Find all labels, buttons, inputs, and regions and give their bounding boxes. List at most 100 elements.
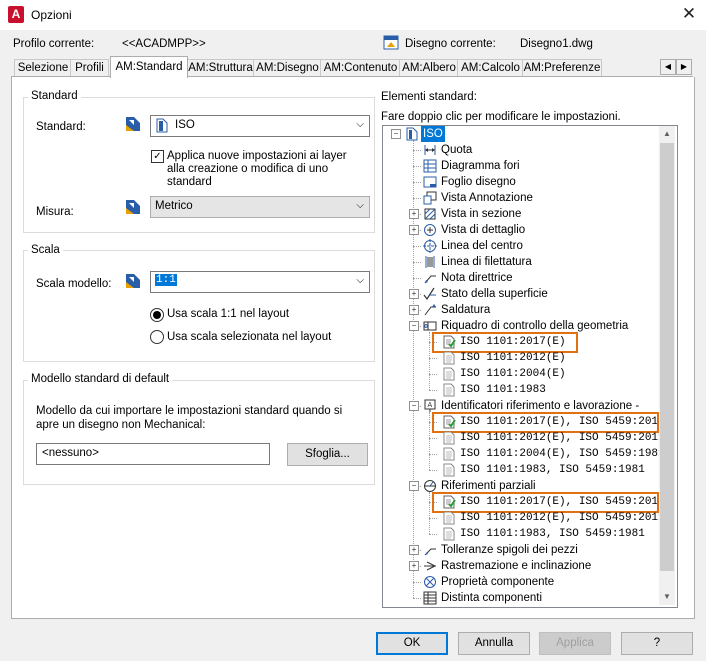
document-icon bbox=[442, 351, 455, 365]
browse-button[interactable]: Sfoglia... bbox=[287, 443, 368, 466]
detail-view-icon bbox=[423, 223, 436, 236]
measure-combo[interactable]: Metrico ⌵ bbox=[150, 196, 370, 218]
scale-group bbox=[23, 250, 375, 362]
collapse-icon[interactable]: − bbox=[409, 321, 419, 331]
collapse-icon[interactable]: − bbox=[391, 129, 401, 139]
tree-item-label: Tolleranze spigoli dei pezzi bbox=[441, 544, 578, 556]
tree-item-label: Vista Annotazione bbox=[441, 192, 533, 204]
default-model-description: Modello da cui importare le impostazioni… bbox=[36, 404, 342, 432]
hole-chart-icon bbox=[423, 159, 437, 173]
expand-icon[interactable]: + bbox=[409, 289, 419, 299]
help-button[interactable]: ? bbox=[621, 632, 693, 655]
use-scale-1-1-radio[interactable] bbox=[150, 308, 164, 322]
tree-item-label: ISO 1101:1983, ISO 5459:1981 bbox=[460, 464, 645, 476]
document-icon bbox=[442, 511, 455, 525]
tab-am-contenuto[interactable]: AM:Contenuto bbox=[320, 59, 401, 77]
ok-button[interactable]: OK bbox=[376, 632, 448, 655]
tree-guide-line bbox=[429, 358, 437, 359]
section-view-icon bbox=[423, 207, 436, 220]
tree-item-label: ISO 1101:2012(E) bbox=[460, 352, 566, 364]
chevron-down-icon: ⌵ bbox=[356, 200, 364, 211]
tree-item-label: Stato della superficie bbox=[441, 288, 548, 300]
current-drawing-value: Disegno1.dwg bbox=[520, 38, 593, 50]
current-drawing-label: Disegno corrente: bbox=[405, 38, 496, 50]
tab-am-disegno[interactable]: AM:Disegno bbox=[253, 59, 322, 77]
tab-am-struttura[interactable]: AM:Struttura bbox=[186, 59, 255, 77]
tree-item-label: Diagramma fori bbox=[441, 160, 520, 172]
expand-icon[interactable]: + bbox=[409, 209, 419, 219]
tree-scrollbar-thumb[interactable] bbox=[660, 143, 674, 571]
tree-item-label: ISO 1101:1983 bbox=[460, 384, 546, 396]
tree-item-label: Distinta componenti bbox=[441, 592, 542, 604]
apply-layers-label-line: standard bbox=[167, 176, 212, 188]
collapse-icon[interactable]: − bbox=[409, 481, 419, 491]
tree-guide-line bbox=[429, 470, 437, 471]
default-model-field[interactable]: <nessuno> bbox=[36, 443, 270, 465]
tabs-scroll-right-icon[interactable]: ▶ bbox=[676, 59, 692, 75]
apply-layers-label-line: alla creazione o modifica di uno bbox=[167, 163, 329, 175]
tree-item-label: Rastremazione e inclinazione bbox=[441, 560, 592, 572]
drawing-sheet-icon bbox=[423, 175, 437, 188]
scale-settings-icon bbox=[126, 274, 140, 288]
scroll-down-icon[interactable]: ▼ bbox=[660, 590, 674, 604]
use-scale-1-1-label: Usa scala 1:1 nel layout bbox=[167, 308, 290, 320]
default-model-value: <nessuno> bbox=[42, 447, 99, 459]
measure-combo-value: Metrico bbox=[155, 200, 193, 212]
tree-item-label: Foglio disegno bbox=[441, 176, 516, 188]
measure-label: Misura: bbox=[36, 206, 74, 218]
default-model-description-line: Modello da cui importare le impostazioni… bbox=[36, 405, 343, 417]
tab-selezione[interactable]: Selezione bbox=[14, 59, 72, 77]
datum-target-icon bbox=[423, 479, 436, 492]
standard-combo[interactable]: ISO ⌵ bbox=[150, 115, 370, 137]
close-icon[interactable]: ✕ bbox=[678, 3, 700, 25]
iso-standard-icon bbox=[156, 118, 168, 133]
tree-guide-line bbox=[429, 374, 437, 375]
apply-layers-label: Applica nuove impostazioni ai layer alla… bbox=[167, 150, 347, 189]
window-title: Opzioni bbox=[31, 8, 72, 22]
tree-guide-line bbox=[413, 166, 421, 167]
tree-guide-line bbox=[413, 278, 421, 279]
tree-guide-line bbox=[429, 454, 437, 455]
iso-standard-icon bbox=[405, 127, 418, 141]
tab-am-calcolo[interactable]: AM:Calcolo bbox=[457, 59, 524, 77]
tree-item-label: ISO 1101:1983, ISO 5459:1981 bbox=[460, 528, 645, 540]
drawing-icon bbox=[383, 35, 399, 50]
scroll-up-icon[interactable]: ▲ bbox=[660, 127, 674, 141]
svg-text:A: A bbox=[428, 402, 433, 409]
apply-layers-checkbox[interactable]: ✓ bbox=[151, 150, 164, 163]
expand-icon[interactable]: + bbox=[409, 225, 419, 235]
tree-item-label: Vista in sezione bbox=[441, 208, 522, 220]
tab-profili[interactable]: Profili bbox=[70, 59, 109, 77]
model-scale-combo[interactable]: 1:1 ⌵ bbox=[150, 271, 370, 293]
annotation-view-icon bbox=[423, 191, 437, 205]
default-model-group-title: Modello standard di default bbox=[28, 373, 173, 385]
collapse-icon[interactable]: − bbox=[409, 401, 419, 411]
expand-icon[interactable]: + bbox=[409, 545, 419, 555]
document-icon bbox=[442, 431, 455, 445]
tab-am-albero[interactable]: AM:Albero bbox=[399, 59, 459, 77]
tree-guide-line bbox=[413, 262, 421, 263]
tree-content: − ISO Quota Diagramma fori Foglio disegno Vis… bbox=[383, 126, 659, 605]
tree-guide-line bbox=[413, 598, 421, 599]
tree-item-label: ISO 1101:2012(E), ISO 5459:2011(E) bbox=[460, 432, 659, 444]
thread-line-icon bbox=[423, 255, 436, 268]
chevron-down-icon: ⌵ bbox=[356, 275, 364, 286]
title-bar bbox=[0, 0, 706, 30]
tab-am-preferenze[interactable]: AM:Preferenze bbox=[522, 59, 602, 77]
leader-note-icon bbox=[423, 271, 436, 284]
chevron-down-icon: ⌵ bbox=[356, 119, 364, 130]
dimension-icon bbox=[423, 143, 436, 156]
expand-icon[interactable]: + bbox=[409, 305, 419, 315]
tree-item-label: ISO 1101:2004(E), ISO 5459:1981 bbox=[460, 448, 659, 460]
tree-guide-line bbox=[413, 182, 421, 183]
tabs-scroll-left-icon[interactable]: ◀ bbox=[660, 59, 676, 75]
tree-item-label: Linea del centro bbox=[441, 240, 523, 252]
tab-am-standard[interactable]: AM:Standard bbox=[110, 56, 188, 78]
use-selected-scale-radio[interactable] bbox=[150, 330, 164, 344]
tree-guide-line bbox=[413, 150, 421, 151]
document-icon bbox=[442, 463, 455, 477]
standard-label: Standard: bbox=[36, 121, 86, 133]
apply-button[interactable]: Applica bbox=[539, 632, 611, 655]
expand-icon[interactable]: + bbox=[409, 561, 419, 571]
cancel-button[interactable]: Annulla bbox=[458, 632, 530, 655]
